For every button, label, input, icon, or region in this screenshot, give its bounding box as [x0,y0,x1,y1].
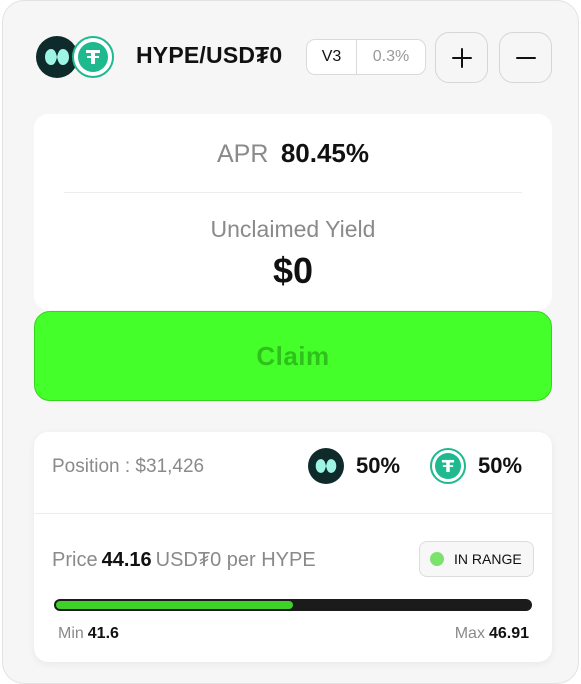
hype-allocation: 50% [308,448,400,484]
min-value: 41.6 [87,625,119,642]
usdt0-allocation-percent: 50% [478,453,523,478]
price-value: 44.16 [101,549,152,571]
pool-version-badge: V3 0.3% [306,39,426,75]
price-range-fill [56,601,293,609]
claim-button[interactable]: Claim [34,311,552,401]
current-price: Price 44.16 USD₮0 per HYPE [52,549,316,572]
remove-liquidity-button[interactable] [499,32,552,83]
min-label: Min [58,625,84,642]
position-value: Position : $31,426 [52,456,205,477]
range-max: Max 46.91 [455,625,529,643]
apr-row: APR 80.45% [34,138,552,169]
version-label: V3 [307,40,357,74]
hype-token-icon [308,448,344,484]
hype-allocation-percent: 50% [356,453,401,478]
apr-value: 80.45% [280,138,370,168]
add-liquidity-button[interactable] [435,32,488,83]
usdt0-allocation: 50% [430,448,522,484]
price-range-bar [54,599,532,611]
claim-button-label: Claim [256,340,330,371]
liquidity-position-card: HYPE/USD₮0 V3 0.3% APR 80.45% Unclaimed … [2,0,579,684]
fee-tier-label: 0.3% [372,48,410,65]
range-status-label: IN RANGE [454,551,522,567]
usdt0-token-icon [430,448,466,484]
yield-summary: APR 80.45% Unclaimed Yield $0 [34,114,552,310]
position-details: Position : $31,426 50% 50% Price 44.16 U… [34,432,552,662]
unclaimed-yield-value: $0 [272,250,314,291]
range-status-badge: IN RANGE [419,541,534,577]
apr-label: APR [216,140,269,168]
max-label: Max [454,625,485,642]
price-unit: USD₮0 per HYPE [155,549,316,571]
minus-icon [515,56,536,59]
token-pair-icons [36,36,116,80]
status-dot-icon [430,552,444,566]
range-min: Min 41.6 [58,625,119,643]
price-label: Price [52,549,98,571]
plus-icon [451,47,472,68]
max-value: 46.91 [488,625,529,642]
divider [34,513,552,514]
unclaimed-yield-label: Unclaimed Yield [210,216,376,242]
pair-title: HYPE/USD₮0 [136,42,283,68]
divider [64,192,522,193]
usdt0-token-icon [72,36,114,78]
